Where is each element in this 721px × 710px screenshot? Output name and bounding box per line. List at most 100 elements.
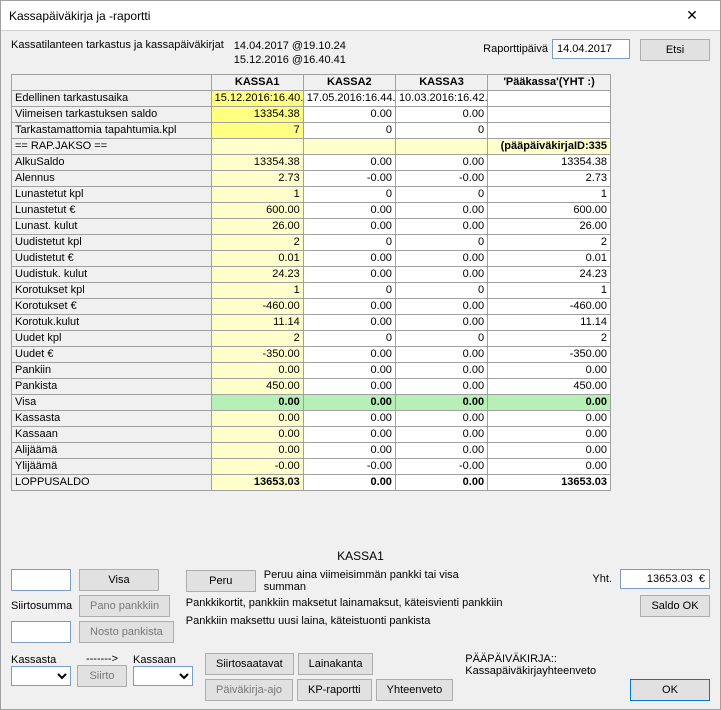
raporttipaiva-input[interactable] bbox=[552, 39, 630, 59]
cell: -0.00 bbox=[303, 458, 395, 474]
cell: -0.00 bbox=[211, 458, 303, 474]
saldo-ok-button[interactable]: Saldo OK bbox=[640, 595, 710, 617]
cell: 0 bbox=[395, 282, 487, 298]
cell: 0.00 bbox=[211, 362, 303, 378]
cell: 0.00 bbox=[395, 250, 487, 266]
cell: (pääpäiväkirjaID:335 bbox=[488, 138, 611, 154]
row-header: Korotuk.kulut bbox=[12, 314, 212, 330]
kp-raportti-button[interactable]: KP-raportti bbox=[297, 679, 372, 701]
cell: 13354.38 bbox=[211, 154, 303, 170]
yht-value[interactable] bbox=[620, 569, 710, 589]
cell: 0.00 bbox=[488, 442, 611, 458]
cell: 0.00 bbox=[488, 394, 611, 410]
cell: 0.00 bbox=[488, 458, 611, 474]
cell: 0 bbox=[303, 234, 395, 250]
window-title: Kassapäiväkirja ja -raportti bbox=[9, 9, 672, 23]
row-header: Lunast. kulut bbox=[12, 218, 212, 234]
cell bbox=[303, 138, 395, 154]
cell: 26.00 bbox=[211, 218, 303, 234]
row-header: Kassasta bbox=[12, 410, 212, 426]
peru-button[interactable]: Peru bbox=[186, 570, 256, 592]
cell: 1 bbox=[488, 186, 611, 202]
cell: 0.00 bbox=[395, 298, 487, 314]
cell: 26.00 bbox=[488, 218, 611, 234]
cell: 0.00 bbox=[303, 106, 395, 122]
cell: 13653.03 bbox=[211, 474, 303, 490]
cell: 0 bbox=[395, 330, 487, 346]
visa-amount-input[interactable] bbox=[11, 569, 71, 591]
pano-pankkiin-button[interactable]: Pano pankkiin bbox=[79, 595, 170, 617]
row-header: Uudistetut € bbox=[12, 250, 212, 266]
kassaan-select[interactable] bbox=[133, 666, 193, 686]
cell: -350.00 bbox=[488, 346, 611, 362]
visa-button[interactable]: Visa bbox=[79, 569, 159, 591]
cell: 1 bbox=[211, 282, 303, 298]
cell: 0 bbox=[395, 122, 487, 138]
cell: 0.00 bbox=[395, 426, 487, 442]
close-icon[interactable]: ✕ bbox=[672, 2, 712, 30]
cell: 0.00 bbox=[395, 442, 487, 458]
cell: 0.00 bbox=[395, 394, 487, 410]
cell: 2.73 bbox=[488, 170, 611, 186]
cell: 0 bbox=[303, 330, 395, 346]
cell: 600.00 bbox=[488, 202, 611, 218]
cell: 0.00 bbox=[488, 410, 611, 426]
cell: 450.00 bbox=[488, 378, 611, 394]
nosto-pankista-button[interactable]: Nosto pankista bbox=[79, 621, 174, 643]
cell: -460.00 bbox=[211, 298, 303, 314]
row-header: Lunastetut € bbox=[12, 202, 212, 218]
cell: 2 bbox=[211, 330, 303, 346]
row-header: Korotukset € bbox=[12, 298, 212, 314]
cell: 0.00 bbox=[395, 314, 487, 330]
check-label: Kassatilanteen tarkastus ja kassapäiväki… bbox=[11, 39, 224, 51]
cell: 0.00 bbox=[303, 362, 395, 378]
row-header: Kassaan bbox=[12, 426, 212, 442]
row-header: Alijäämä bbox=[12, 442, 212, 458]
cell: 0.00 bbox=[395, 362, 487, 378]
col-header: KASSA1 bbox=[211, 74, 303, 90]
etsi-button[interactable]: Etsi bbox=[640, 39, 710, 61]
siirto-button[interactable]: Siirto bbox=[77, 665, 127, 687]
cell: -0.00 bbox=[395, 170, 487, 186]
ok-button[interactable]: OK bbox=[630, 679, 710, 701]
kassaan-label: Kassaan bbox=[133, 654, 193, 666]
cell: 0.00 bbox=[395, 202, 487, 218]
cell bbox=[211, 138, 303, 154]
paapaivakirja-title: PÄÄPÄIVÄKIRJA:: bbox=[465, 653, 618, 665]
cell: 0.01 bbox=[488, 250, 611, 266]
cell: 0.00 bbox=[211, 442, 303, 458]
cell: 10.03.2016:16.42. bbox=[395, 90, 487, 106]
cell: 1 bbox=[488, 282, 611, 298]
cell: 0.00 bbox=[303, 154, 395, 170]
peru-desc: Peruu aina viimeisimmän pankki tai visa … bbox=[264, 569, 484, 593]
cell: 13653.03 bbox=[488, 474, 611, 490]
row-header: AlkuSaldo bbox=[12, 154, 212, 170]
cell bbox=[488, 106, 611, 122]
row-header: Uudistuk. kulut bbox=[12, 266, 212, 282]
siirtosaatavat-button[interactable]: Siirtosaatavat bbox=[205, 653, 294, 675]
row-header: Tarkastamattomia tapahtumia.kpl bbox=[12, 122, 212, 138]
cell: 11.14 bbox=[488, 314, 611, 330]
kassasta-select[interactable] bbox=[11, 666, 71, 686]
paivakirja-ajo-button[interactable]: Päiväkirja-ajo bbox=[205, 679, 293, 701]
cell: 0.00 bbox=[395, 410, 487, 426]
yhteenveto-button[interactable]: Yhteenveto bbox=[376, 679, 454, 701]
cell: 0.00 bbox=[395, 106, 487, 122]
cell: 0 bbox=[303, 122, 395, 138]
row-header: Pankista bbox=[12, 378, 212, 394]
cell: 0.00 bbox=[211, 410, 303, 426]
cell: 0.00 bbox=[395, 346, 487, 362]
cell: 0.00 bbox=[303, 410, 395, 426]
cell: 0.00 bbox=[303, 346, 395, 362]
cell bbox=[488, 90, 611, 106]
cell: 7 bbox=[211, 122, 303, 138]
row-header: Viimeisen tarkastuksen saldo bbox=[12, 106, 212, 122]
raporttipaiva-label: Raporttipäivä bbox=[483, 43, 548, 55]
siirtosumma-input[interactable] bbox=[11, 621, 71, 643]
titlebar: Kassapäiväkirja ja -raportti ✕ bbox=[1, 1, 720, 31]
lainakanta-button[interactable]: Lainakanta bbox=[298, 653, 374, 675]
paapaivakirja-sub: Kassapäiväkirjayhteenveto bbox=[465, 665, 618, 677]
cell: 2 bbox=[488, 330, 611, 346]
kassasta-label: Kassasta bbox=[11, 654, 71, 666]
cell: 450.00 bbox=[211, 378, 303, 394]
